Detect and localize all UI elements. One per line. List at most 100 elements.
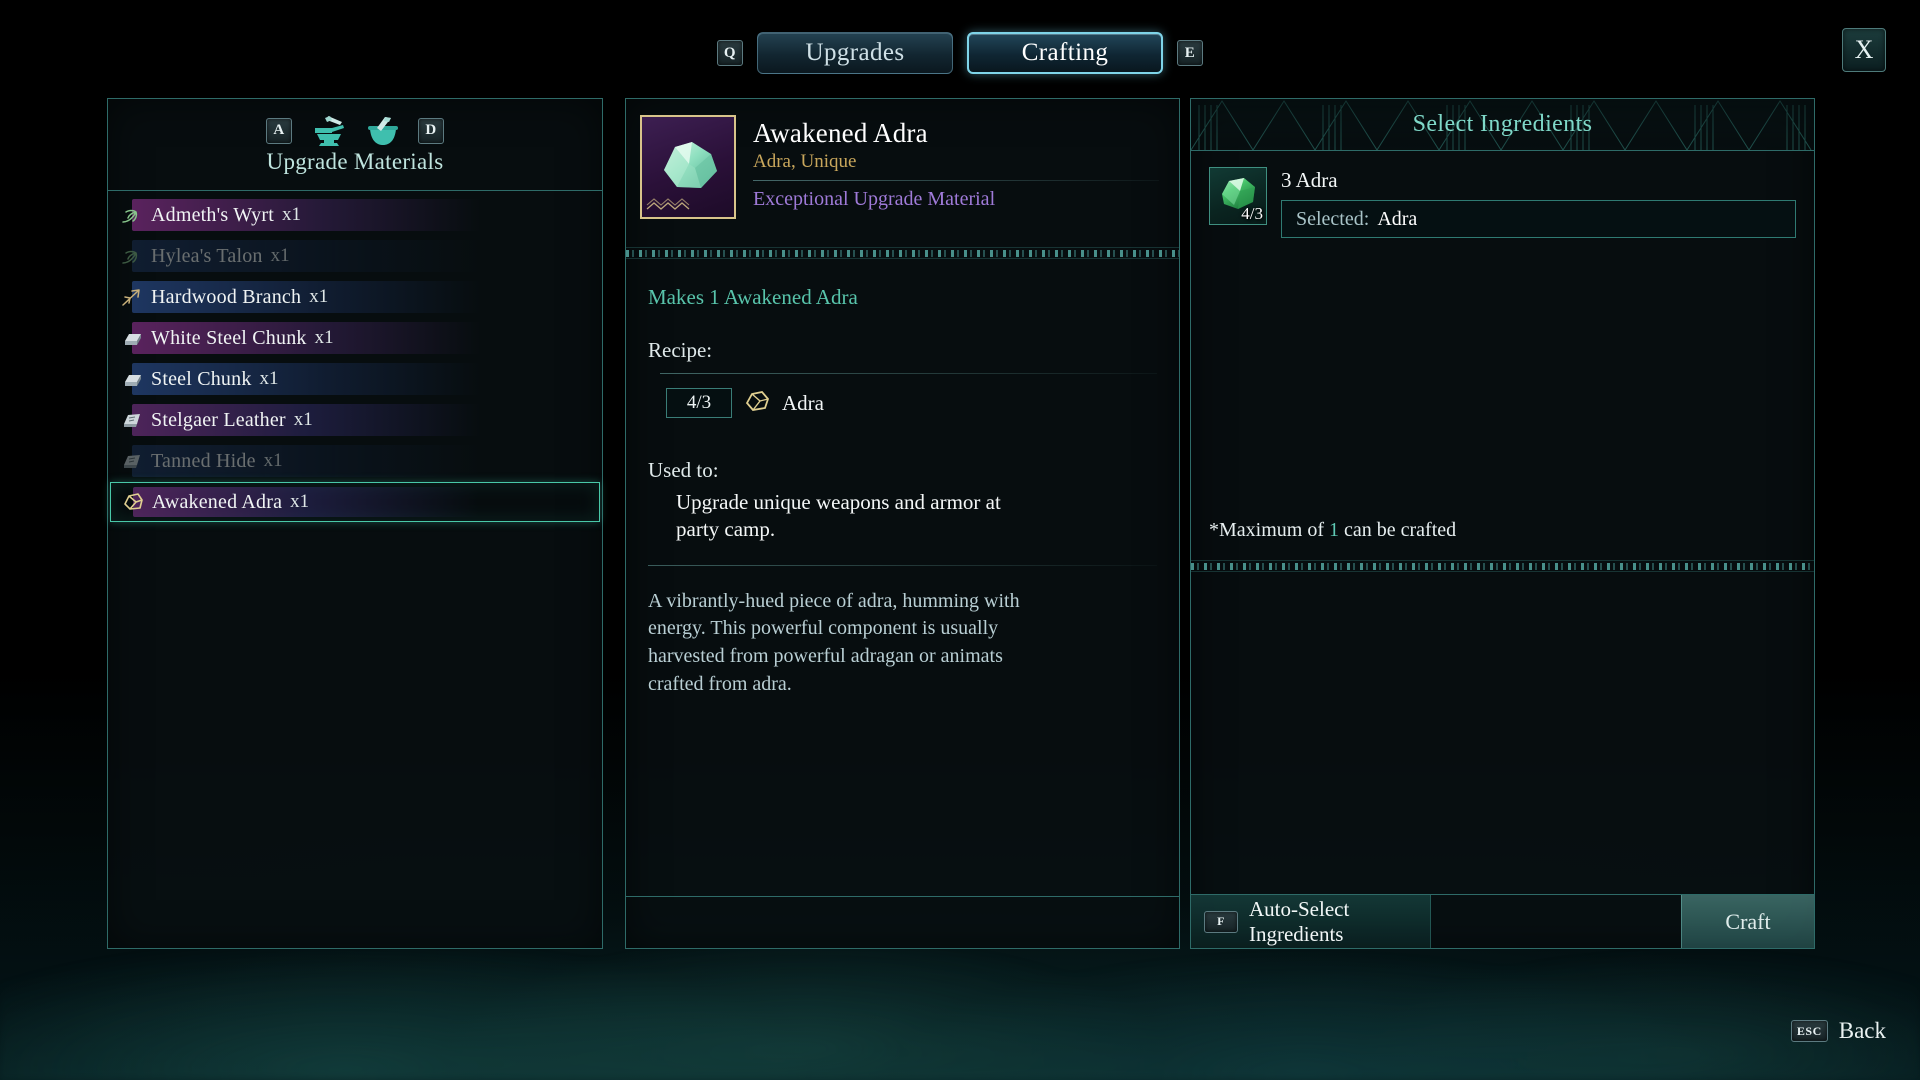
max-craft-number: 1 [1329, 519, 1339, 541]
detail-panel-footer [626, 896, 1179, 948]
close-icon: X [1854, 35, 1874, 64]
footer-spacer [1431, 895, 1681, 948]
key-hint-esc: ESC [1790, 1020, 1828, 1042]
material-list-item[interactable]: Awakened Adra x1 [110, 482, 600, 522]
item-header: Awakened Adra Adra, Unique Exceptional U… [626, 99, 1179, 247]
item-portrait [640, 115, 736, 219]
material-name: Awakened Adra [152, 490, 283, 513]
recipe-quantity: 4/3 [666, 388, 732, 418]
craft-button-label: Craft [1725, 908, 1771, 934]
ingredients-panel: Select Ingredients 4/3 3 Adra Selected: … [1190, 98, 1815, 949]
material-name: Admeth's Wyrt [151, 203, 274, 226]
material-list-item[interactable]: White Steel Chunk x1 [110, 318, 600, 358]
materials-list: Admeth's Wyrt x1 Hylea's Talon x1 Hardwood B… [108, 191, 602, 522]
leather-icon [120, 449, 144, 473]
mortar-pestle-icon[interactable] [366, 115, 400, 147]
material-quantity: x1 [314, 327, 334, 348]
key-hint-d[interactable]: D [418, 117, 444, 144]
ingredient-selected-value: Adra [1377, 207, 1418, 230]
anvil-icon[interactable] [310, 115, 348, 147]
header-divider [753, 179, 1159, 181]
material-name: Steel Chunk [151, 367, 252, 390]
material-list-item[interactable]: Admeth's Wyrt x1 [110, 195, 600, 235]
ingot-icon [120, 367, 144, 391]
material-list-item[interactable]: Steel Chunk x1 [110, 359, 600, 399]
material-quantity: x1 [263, 450, 283, 471]
material-quantity: x1 [293, 409, 313, 430]
ingredient-thumbnail[interactable]: 4/3 [1209, 167, 1267, 225]
key-hint-e: E [1177, 40, 1203, 66]
recipe-ingredient-row: 4/3 Adra [648, 388, 1157, 418]
item-name: Awakened Adra [753, 118, 928, 148]
key-hint-q: Q [717, 40, 743, 66]
max-craft-prefix: *Maximum of [1209, 519, 1329, 541]
ingredients-panel-header: Select Ingredients [1191, 99, 1814, 151]
recipe-section: Makes 1 Awakened Adra Recipe: 4/3 Adra [626, 259, 1179, 418]
filigree-ornament [646, 198, 690, 210]
herb-icon [120, 203, 144, 227]
ingredients-panel-footer: F Auto-Select Ingredients Craft [1191, 894, 1814, 948]
material-name: Hardwood Branch [151, 285, 302, 308]
material-quantity: x1 [259, 368, 279, 389]
material-list-item[interactable]: Tanned Hide x1 [110, 441, 600, 481]
max-craft-note: *Maximum of 1 can be crafted [1191, 519, 1814, 542]
recipe-ingredient-name: Adra [782, 390, 824, 415]
close-button[interactable]: X [1842, 28, 1886, 72]
leather-icon [120, 408, 144, 432]
key-hint-f: F [1204, 910, 1238, 933]
tab-row: Q Upgrades Crafting E [0, 32, 1920, 74]
ingot-icon [120, 326, 144, 350]
ingredients-panel-title: Select Ingredients [1412, 111, 1593, 137]
ingredient-details: 3 Adra Selected: Adra [1281, 167, 1796, 238]
material-list-item[interactable]: Stelgaer Leather x1 [110, 400, 600, 440]
decorative-divider-right [1191, 560, 1814, 572]
tab-crafting[interactable]: Crafting [967, 32, 1163, 74]
material-quantity: x1 [270, 245, 290, 266]
back-label: Back [1838, 1018, 1886, 1043]
tab-upgrades[interactable]: Upgrades [757, 32, 953, 74]
materials-panel-header: A D Upgrade Materials [108, 99, 602, 191]
material-name: Stelgaer Leather [151, 408, 286, 431]
materials-panel-title: Upgrade Materials [266, 148, 444, 174]
ingredient-requirement: 3 Adra [1281, 168, 1338, 192]
material-quantity: x1 [309, 286, 329, 307]
tab-upgrades-label: Upgrades [805, 39, 905, 66]
craft-button[interactable]: Craft [1681, 895, 1814, 948]
key-hint-a[interactable]: A [266, 117, 292, 144]
decorative-divider-top [626, 247, 1179, 259]
ingredient-slot-area: 4/3 3 Adra Selected: Adra [1191, 151, 1814, 501]
herb-icon [120, 244, 144, 268]
material-list-item[interactable]: Hardwood Branch x1 [110, 277, 600, 317]
back-hint[interactable]: ESC Back [1790, 1018, 1886, 1044]
material-quantity: x1 [281, 204, 301, 225]
materials-panel: A D Upgrade Materials Admeth's Wyrt x1 H… [107, 98, 603, 949]
makes-line: Makes 1 Awakened Adra [648, 285, 858, 309]
recipe-divider [660, 373, 1157, 374]
auto-select-ingredients-button[interactable]: F Auto-Select Ingredients [1191, 895, 1431, 948]
top-bar: Q Upgrades Crafting E X [0, 0, 1920, 100]
adra-icon [744, 390, 770, 417]
adra-icon [121, 490, 145, 514]
branch-icon [120, 285, 144, 309]
material-name: White Steel Chunk [151, 326, 307, 349]
material-name: Tanned Hide [151, 449, 256, 472]
max-craft-suffix: can be crafted [1339, 519, 1457, 541]
auto-select-label: Auto-Select Ingredients [1249, 896, 1350, 946]
used-to-section: Used to: Upgrade unique weapons and armo… [626, 458, 1179, 543]
material-list-item[interactable]: Hylea's Talon x1 [110, 236, 600, 276]
item-rarity: Exceptional Upgrade Material [753, 187, 996, 210]
recipe-label: Recipe: [648, 338, 713, 362]
ingredient-selected-label: Selected: [1296, 207, 1370, 230]
item-subtype: Adra, Unique [753, 150, 857, 172]
ingredient-select-dropdown[interactable]: Selected: Adra [1281, 200, 1796, 238]
ingredient-count: 4/3 [1241, 204, 1263, 223]
material-name: Hylea's Talon [151, 244, 263, 267]
category-icon-row: A D [266, 115, 444, 147]
item-description: A vibrantly-hued piece of adra, humming … [648, 589, 1020, 695]
used-to-label: Used to: [648, 458, 719, 482]
item-detail-panel: Awakened Adra Adra, Unique Exceptional U… [625, 98, 1180, 949]
used-to-text: Upgrade unique weapons and armor at part… [676, 490, 1001, 541]
ingredient-slot: 4/3 3 Adra Selected: Adra [1209, 167, 1796, 238]
tab-crafting-label: Crafting [1021, 39, 1109, 66]
material-quantity: x1 [290, 491, 310, 512]
